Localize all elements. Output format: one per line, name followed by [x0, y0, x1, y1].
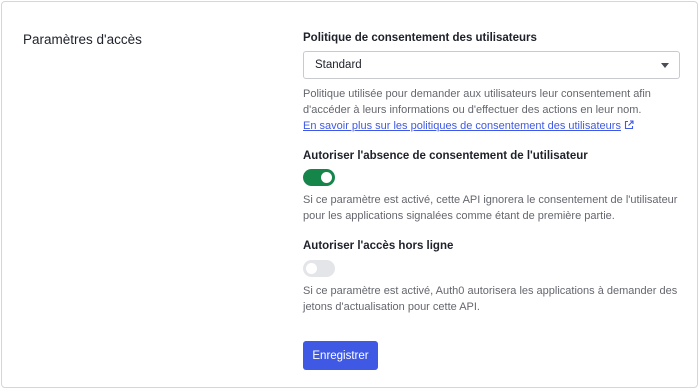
consent-policy-help: Politique utilisée pour demander aux uti…: [303, 86, 681, 134]
consent-policy-learn-more-link[interactable]: En savoir plus sur les politiques de con…: [303, 120, 621, 132]
offline-access-help: Si ce paramètre est activé, Auth0 autori…: [303, 283, 681, 315]
external-link-icon[interactable]: [624, 120, 634, 130]
offline-access-help-line1: Si ce paramètre est activé, Auth0 autori…: [303, 285, 678, 297]
consent-policy-label: Politique de consentement des utilisateu…: [303, 32, 537, 44]
save-button[interactable]: Enregistrer: [303, 341, 378, 370]
consent-policy-help-line1: Politique utilisée pour demander aux uti…: [303, 88, 651, 100]
skip-consent-toggle[interactable]: [303, 169, 335, 186]
consent-policy-help-line2: d'accéder à leurs informations ou d'effe…: [303, 104, 642, 116]
toggle-knob: [306, 263, 317, 274]
consent-policy-select[interactable]: Standard: [303, 51, 680, 79]
offline-access-label: Autoriser l'accès hors ligne: [303, 240, 454, 252]
consent-policy-value: Standard: [315, 59, 362, 71]
skip-consent-label: Autoriser l'absence de consentement de l…: [303, 150, 588, 162]
skip-consent-help: Si ce paramètre est activé, cette API ig…: [303, 192, 681, 224]
chevron-down-icon: [661, 63, 669, 68]
offline-access-help-line2: jetons d'actualisation pour cette API.: [303, 301, 480, 313]
offline-access-toggle[interactable]: [303, 260, 335, 277]
skip-consent-help-line2: pour les applications signalées comme ét…: [303, 210, 615, 222]
toggle-knob: [321, 172, 332, 183]
section-title: Paramètres d'accès: [23, 32, 142, 47]
settings-panel: Paramètres d'accès Politique de consente…: [1, 1, 698, 388]
skip-consent-help-line1: Si ce paramètre est activé, cette API ig…: [303, 194, 678, 206]
